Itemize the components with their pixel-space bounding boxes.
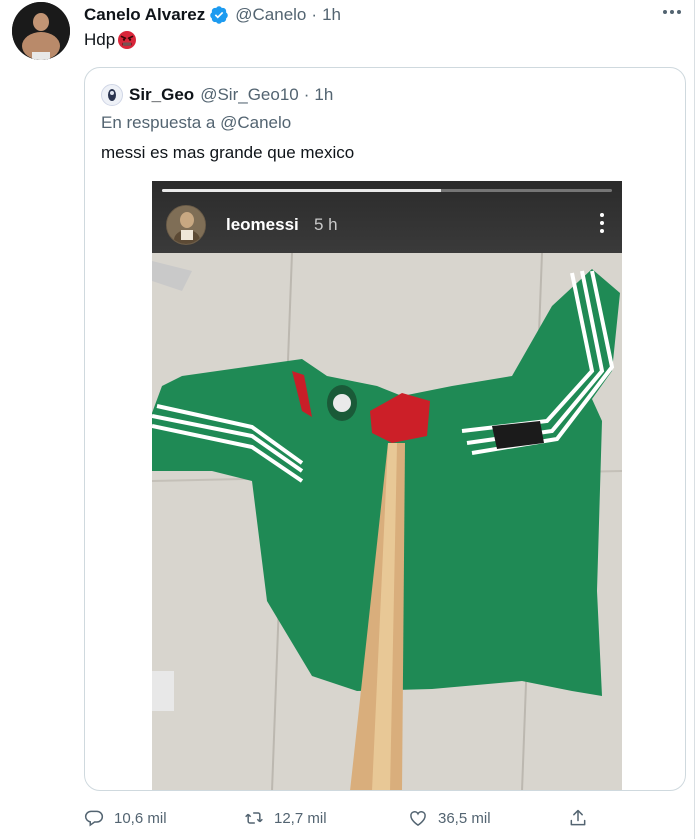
- retweet-button[interactable]: 12,7 mil: [244, 804, 327, 832]
- author-avatar[interactable]: [12, 2, 70, 60]
- share-icon: [570, 809, 586, 826]
- tweet-card[interactable]: Canelo Alvarez @Canelo · 1h Hdp Sir_Geo …: [0, 0, 695, 839]
- quoted-author-name: Sir_Geo: [129, 85, 195, 104]
- quoted-time: 1h: [314, 85, 334, 104]
- angry-face-emoji: [118, 31, 137, 49]
- verified-badge-icon: [210, 6, 228, 24]
- share-button[interactable]: [568, 804, 598, 832]
- heart-icon: [410, 811, 426, 826]
- reply-prefix: En respuesta a: [101, 113, 216, 132]
- reply-button[interactable]: 10,6 mil: [84, 804, 167, 832]
- tweet-time[interactable]: 1h: [322, 5, 341, 25]
- tweet-header: Canelo Alvarez @Canelo · 1h: [84, 4, 341, 26]
- reply-count: 10,6 mil: [114, 809, 167, 827]
- reply-icon: [84, 810, 104, 827]
- story-time: 5 h: [314, 215, 338, 234]
- quoted-author-avatar[interactable]: [101, 84, 123, 106]
- reply-context: En respuesta a @Canelo: [101, 113, 291, 133]
- retweet-icon: [245, 812, 263, 824]
- story-progress-fill: [162, 189, 441, 192]
- story-header: leomessi 5 h: [152, 181, 622, 253]
- separator-dot: ·: [303, 85, 310, 104]
- jersey-photo: [152, 181, 622, 790]
- story-screenshot-image[interactable]: leomessi 5 h: [152, 181, 622, 790]
- like-count: 36,5 mil: [438, 809, 491, 827]
- quoted-header: Sir_Geo @Sir_Geo10 · 1h: [101, 84, 333, 106]
- story-more-icon: [598, 211, 606, 235]
- tweet-actions: 10,6 mil 12,7 mil 36,5 mil: [84, 804, 684, 832]
- tweet-text-content: Hdp: [84, 30, 116, 49]
- quoted-tweet[interactable]: Sir_Geo @Sir_Geo10 · 1h En respuesta a @…: [84, 67, 686, 791]
- more-options-icon[interactable]: [660, 2, 684, 22]
- story-progress-bar: [162, 189, 612, 192]
- story-avatar: [166, 205, 206, 245]
- author-name[interactable]: Canelo Alvarez: [84, 5, 205, 25]
- story-username: leomessi: [226, 215, 299, 234]
- tweet-text: Hdp: [84, 30, 137, 50]
- author-handle[interactable]: @Canelo: [235, 5, 306, 25]
- retweet-count: 12,7 mil: [274, 809, 327, 827]
- like-button[interactable]: 36,5 mil: [408, 804, 491, 832]
- quoted-author-handle: @Sir_Geo10: [200, 85, 299, 104]
- quoted-text: messi es mas grande que mexico: [101, 143, 355, 162]
- separator-dot: ·: [311, 5, 318, 24]
- reply-mention: @Canelo: [220, 113, 292, 132]
